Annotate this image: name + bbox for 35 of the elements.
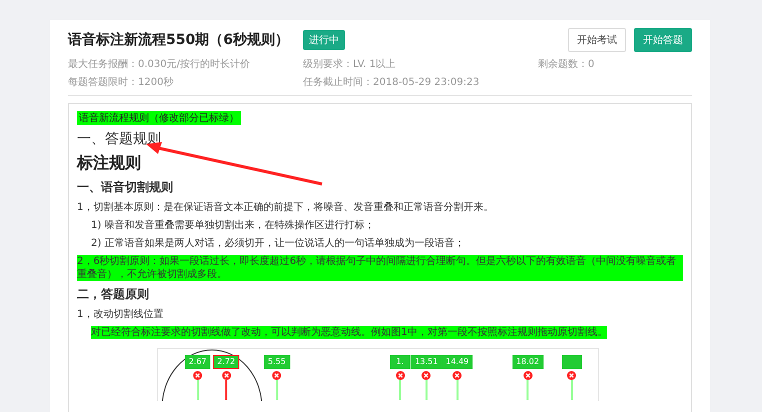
time-tag[interactable]: 5.55 [264,355,290,369]
start-answer-button[interactable]: 开始答题 [634,28,692,52]
paragraph: 1，改动切割线位置 [77,308,164,321]
subsection-heading: 一、语音切割规则 [77,179,174,196]
time-tag[interactable]: 18.02 [512,355,544,369]
delete-icon[interactable] [523,371,532,380]
paragraph: 1，切割基本原则：是在保证语音文本正确的前提下，将噪音、发音重叠和正常语音分割开来。 [77,201,494,214]
time-tag[interactable]: 14.49 [442,355,473,369]
time-tag[interactable] [562,355,582,369]
delete-icon[interactable] [272,371,282,380]
subsection-heading: 二，答题原则 [77,286,150,303]
delete-icon[interactable] [396,371,404,380]
task-info: 任务截止时间：2018-05-29 23:09:23 [303,76,480,89]
task-title: 语音标注新流程550期（6秒规则） [68,31,289,49]
delete-icon[interactable] [193,371,202,380]
time-tag[interactable]: 13.51 [410,355,442,369]
task-info: 最大任务报酬：0.030元/按行的时长计价 [68,58,250,71]
paragraph: 1) 噪音和发音重叠需要单独切割出来，在特殊操作区进行打标； [91,219,376,232]
delete-icon[interactable] [567,371,576,380]
status-badge: 进行中 [302,30,345,50]
task-info: 级别要求：LV. 1以上 [303,58,396,71]
highlighted-note: 语音新流程规则（修改部分已标绿） [77,111,241,125]
page-heading: 标注规则 [77,153,141,174]
start-exam-button[interactable]: 开始考试 [568,28,626,52]
task-info: 剩余题数：0 [538,58,594,71]
delete-icon[interactable] [422,371,431,380]
highlighted-paragraph: 对已经符合标注要求的切割线做了改动，可以判断为恶意动线。例如图1中，对第一段不按照标注规则拖动原切割线。 [91,326,608,339]
time-tag[interactable]: 2.72 [213,355,240,369]
time-tag[interactable]: 1. [390,355,410,369]
highlighted-paragraph: 2，6秒切割原则：如果一段话过长，即长度超过6秒，请根据句子中的间隔进行合理断句。但是六秒以下的有效语音（中间没有噪音或者重叠音），不允许被切割成多段。 [77,255,683,281]
paragraph: 2) 正常语音如果是两人对话，必须切开，让一位说话人的一句话单独成为一段语音； [91,237,466,250]
delete-icon[interactable] [222,371,231,380]
delete-icon[interactable] [452,371,462,380]
time-tag[interactable]: 2.67 [184,355,210,369]
task-info: 每题答题限时：1200秒 [68,76,174,89]
